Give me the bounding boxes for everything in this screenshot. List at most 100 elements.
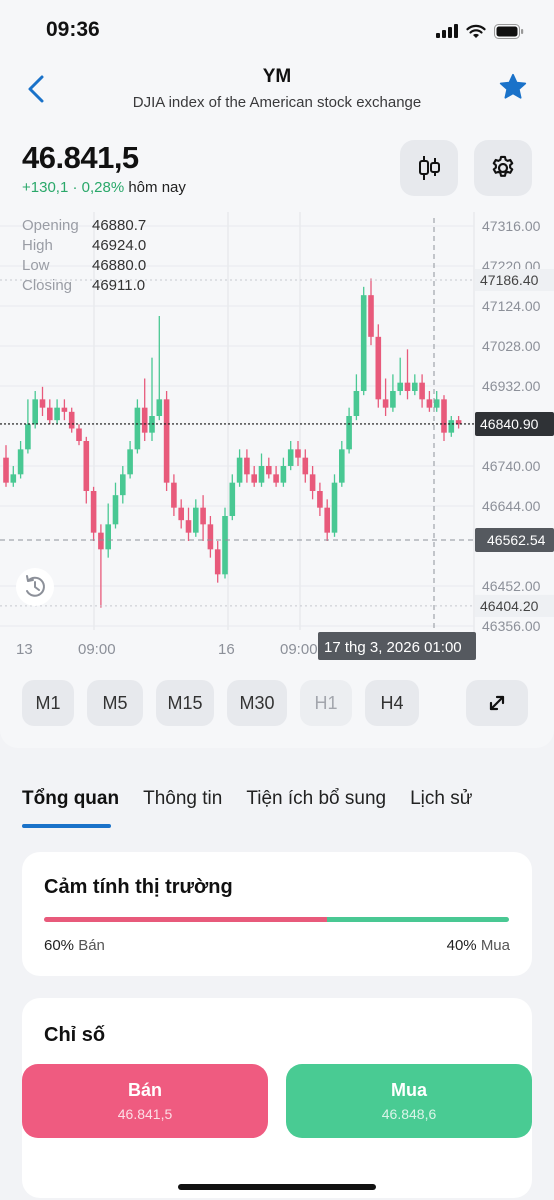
status-time: 09:36 (46, 18, 100, 41)
candle-body (236, 457, 243, 483)
y-tick-label: 46932.00 (482, 378, 541, 394)
ohlc-row: High 46924.0 (22, 236, 146, 256)
candle-body (273, 474, 279, 483)
buy-percent: 40% (446, 937, 477, 954)
sentiment-card (22, 852, 532, 976)
timeframe-m1[interactable]: M1 (22, 680, 74, 726)
candle-body (68, 411, 75, 429)
candle-body (39, 399, 46, 408)
candle-body (295, 449, 301, 458)
candle-body (331, 482, 338, 533)
candle-body (156, 399, 163, 416)
ohlc-label: Opening (22, 217, 79, 234)
sentiment-sell: 60% Bán (44, 937, 105, 954)
candle-body (120, 474, 126, 496)
fullscreen-button[interactable] (466, 680, 528, 726)
candle-body (368, 295, 374, 337)
candle-body (200, 507, 206, 525)
sell-percent: 60% (44, 937, 75, 954)
ohlc-value: 46880.7 (92, 217, 147, 234)
candle-body (32, 399, 38, 425)
candle-body (54, 407, 60, 421)
y-tick-label: 46356.00 (482, 618, 541, 634)
timeframe-selector: M1 M5 M15 M30 H1 H4 (22, 680, 419, 726)
x-tick-label: 09:00 (78, 641, 116, 658)
candle-body (433, 399, 440, 408)
ohlc-panel: Opening 46880.7 High 46924.0 Low 46880.0 Closi… (22, 216, 146, 296)
ohlc-label: Low (22, 257, 50, 274)
ohlc-value: 46880.0 (92, 257, 147, 274)
candle-body (229, 482, 236, 516)
candle-body (375, 336, 382, 400)
candle-body (309, 474, 316, 491)
candle-body (61, 407, 68, 412)
candle-body (302, 457, 309, 475)
candle-body (397, 382, 403, 391)
candle-body (441, 399, 447, 433)
candle-body (346, 416, 352, 450)
candle-body (178, 507, 184, 521)
candle-body (90, 491, 97, 533)
sentiment-buy-bar (327, 917, 509, 922)
home-indicator (178, 1184, 376, 1190)
candle-body (280, 466, 287, 483)
star-icon (499, 73, 527, 99)
tab-overview[interactable]: Tổng quan (22, 788, 119, 810)
sell-button-price: 46.841,5 (117, 1106, 173, 1122)
sentiment-sell-bar (44, 917, 327, 922)
candle-body (258, 466, 265, 483)
tab-info[interactable]: Thông tin (143, 788, 222, 810)
buy-button-label: Mua (391, 1080, 427, 1100)
candle-body (112, 495, 119, 525)
sentiment-title: Cảm tính thị trường (44, 876, 233, 898)
timeframe-m15[interactable]: M15 (156, 680, 214, 726)
timeframe-m30[interactable]: M30 (227, 680, 287, 726)
tab-extras[interactable]: Tiện ích bổ sung (246, 788, 386, 810)
price-change-suffix: hôm nay (128, 179, 186, 196)
candle-body (448, 420, 455, 433)
timeframe-m5[interactable]: M5 (87, 680, 143, 726)
candle-body (251, 474, 257, 483)
candle-body (426, 399, 433, 408)
candle-body (17, 449, 24, 475)
tab-history[interactable]: Lịch sử (410, 788, 472, 810)
battery-icon (494, 23, 524, 39)
candle-body (419, 382, 425, 400)
candle-body (222, 516, 228, 575)
status-icons (436, 22, 524, 40)
candle-body (412, 382, 418, 391)
crosshair-price-label: 46562.54 (487, 532, 546, 548)
sentiment-buy: 40% Mua (447, 937, 510, 954)
last-price-label: 46840.90 (480, 416, 539, 432)
candle-body (127, 449, 133, 475)
x-tick-label: 13 (16, 641, 33, 658)
candle-body (353, 391, 360, 416)
candle-body (185, 520, 192, 533)
candle-body (360, 295, 367, 391)
ohlc-row: Opening 46880.7 (22, 216, 146, 236)
candle-body (47, 407, 53, 421)
ohlc-row: Low 46880.0 (22, 256, 146, 276)
ohlc-value: 46911.0 (92, 277, 146, 294)
expand-icon (489, 695, 505, 711)
chart-type-button[interactable] (400, 140, 458, 196)
y-tick-label: 47028.00 (482, 338, 541, 354)
timeframe-h4[interactable]: H4 (365, 680, 419, 726)
sell-percent-label: Bán (78, 937, 105, 954)
sell-button-label: Bán (127, 1080, 162, 1100)
buy-percent-label: Mua (480, 937, 510, 954)
sell-button[interactable]: Bán 46.841,5 (22, 1064, 268, 1138)
candle-body (105, 524, 111, 550)
chart-reset-button[interactable] (16, 568, 54, 606)
candle-body (390, 391, 396, 408)
candle-body (76, 428, 82, 441)
buy-button[interactable]: Mua 46.848,6 (286, 1064, 532, 1138)
ohlc-label: Closing (22, 277, 73, 294)
y-tick-label: 47316.00 (482, 218, 541, 234)
x-tick-label: 09:00 (280, 641, 318, 658)
candlestick-icon (419, 156, 440, 180)
candle-body (193, 507, 199, 533)
y-tick-label: 46740.00 (482, 458, 541, 474)
chart-settings-button[interactable] (474, 140, 532, 196)
favorite-button[interactable] (498, 72, 528, 102)
